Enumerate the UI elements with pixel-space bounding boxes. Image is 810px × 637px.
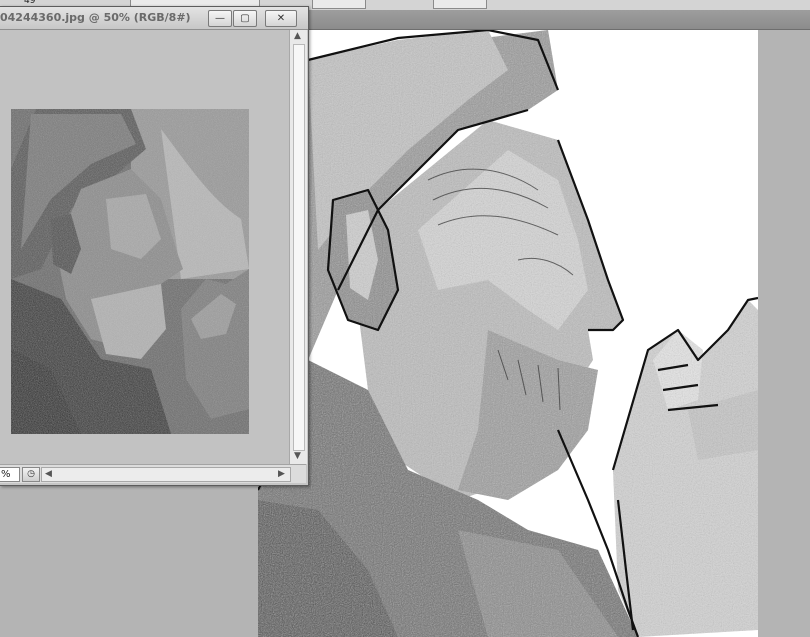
- close-button[interactable]: ✕: [265, 10, 297, 27]
- scroll-up-icon[interactable]: ▲: [294, 31, 301, 41]
- navigator-icon: ◷: [27, 469, 35, 479]
- zoom-field[interactable]: %: [0, 467, 20, 482]
- window-titlebar[interactable]: 04244360.jpg @ 50% (RGB/8#) — ▢ ✕: [0, 7, 308, 30]
- main-canvas[interactable]: [258, 30, 758, 637]
- window-title: 04244360.jpg @ 50% (RGB/8#): [0, 11, 191, 24]
- minimize-button[interactable]: —: [208, 10, 232, 27]
- vertical-scrollbar[interactable]: ▲ ▼: [289, 30, 307, 464]
- scroll-thumb[interactable]: [293, 44, 305, 451]
- scroll-down-icon[interactable]: ▼: [294, 451, 301, 461]
- window-statusbar: % ◷ ◀ ▶: [0, 464, 306, 483]
- scroll-left-icon[interactable]: ◀: [45, 468, 52, 481]
- document-canvas[interactable]: [0, 30, 289, 464]
- sketch-artwork: [258, 30, 758, 637]
- restore-icon: ▢: [240, 13, 250, 24]
- close-icon: ✕: [276, 13, 286, 24]
- minimize-icon: —: [215, 13, 225, 24]
- toolbar-field-2[interactable]: [312, 0, 366, 9]
- photo-image: [11, 109, 249, 434]
- document-window[interactable]: 04244360.jpg @ 50% (RGB/8#) — ▢ ✕ ▲ ▼ % …: [0, 6, 309, 486]
- toolbar-field-3[interactable]: [433, 0, 487, 9]
- restore-button[interactable]: ▢: [233, 10, 257, 27]
- document-tab-strip: [300, 10, 810, 30]
- horizontal-scrollbar[interactable]: ◀ ▶: [41, 467, 291, 482]
- scroll-right-icon[interactable]: ▶: [278, 468, 285, 481]
- navigator-button[interactable]: ◷: [22, 467, 40, 482]
